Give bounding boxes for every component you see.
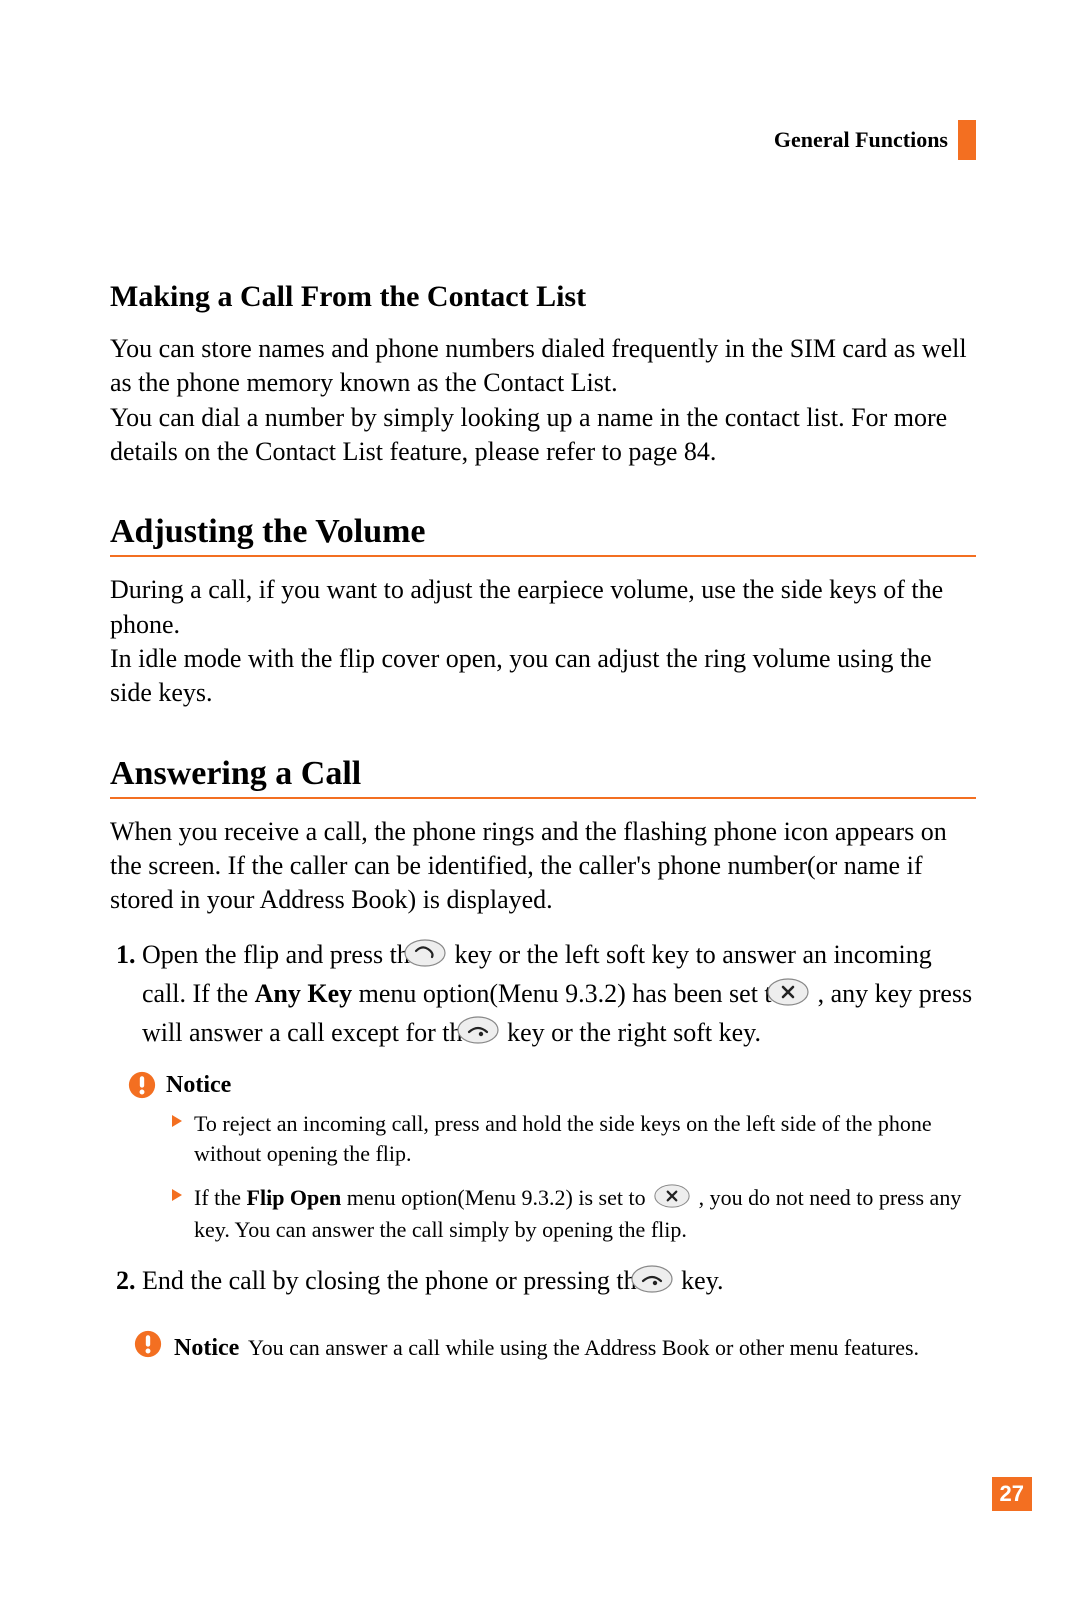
step-1-number: 1.	[116, 940, 136, 969]
header-square-marker	[958, 120, 976, 160]
step-2-number: 2.	[116, 1266, 136, 1295]
subheading-making-call: Making a Call From the Contact List	[110, 280, 976, 314]
para-adjusting-volume: During a call, if you want to adjust the…	[110, 573, 976, 710]
end-key-icon	[483, 1016, 499, 1053]
notice-2-bold-flipopen: Flip Open	[247, 1185, 342, 1210]
notice-1-text: To reject an incoming call, press and ho…	[194, 1109, 976, 1168]
step-1-text-a: Open the flip and press the	[142, 940, 428, 969]
send-key-icon	[430, 939, 446, 976]
para-making-call: You can store names and phone numbers di…	[110, 332, 976, 469]
para-answering-intro: When you receive a call, the phone rings…	[110, 815, 976, 918]
step-1-text-e: key or the right soft key.	[501, 1018, 761, 1047]
notice-block-1: Notice To reject an incoming call, press…	[110, 1071, 976, 1245]
notice-exclaim-icon	[134, 1330, 162, 1358]
heading-answering-call: Answering a Call	[110, 755, 976, 799]
step-2-text-b: key.	[675, 1266, 724, 1295]
step-2-text-a: End the call by closing the phone or pre…	[142, 1266, 655, 1295]
end-key-icon	[657, 1265, 673, 1302]
orange-arrow-icon	[170, 1113, 184, 1129]
orange-arrow-icon	[170, 1187, 184, 1203]
step-1-bold-anykey: Any Key	[255, 979, 353, 1008]
notice-label-1: Notice	[166, 1072, 231, 1099]
heading-adjusting-volume: Adjusting the Volume	[110, 513, 976, 557]
notice-exclaim-icon	[128, 1071, 156, 1099]
x-key-icon	[653, 1184, 691, 1216]
notice-item-2: If the Flip Open menu option(Menu 9.3.2)…	[170, 1183, 976, 1245]
header-label: General Functions	[774, 127, 948, 153]
step-2: 2. End the call by closing the phone or …	[110, 1263, 976, 1302]
x-key-icon	[793, 978, 809, 1015]
step-1: 1. Open the flip and press the key or th…	[110, 937, 976, 1053]
notice-3-text: You can answer a call while using the Ad…	[248, 1335, 919, 1360]
notice-label-2: Notice	[174, 1335, 239, 1361]
page-number: 27	[992, 1477, 1032, 1511]
step-1-text-c: menu option(Menu 9.3.2) has been set to	[352, 979, 791, 1008]
notice-item-1: To reject an incoming call, press and ho…	[170, 1109, 976, 1168]
notice-2-text: If the Flip Open menu option(Menu 9.3.2)…	[194, 1183, 976, 1245]
notice-block-2: Notice You can answer a call while using…	[134, 1330, 976, 1364]
